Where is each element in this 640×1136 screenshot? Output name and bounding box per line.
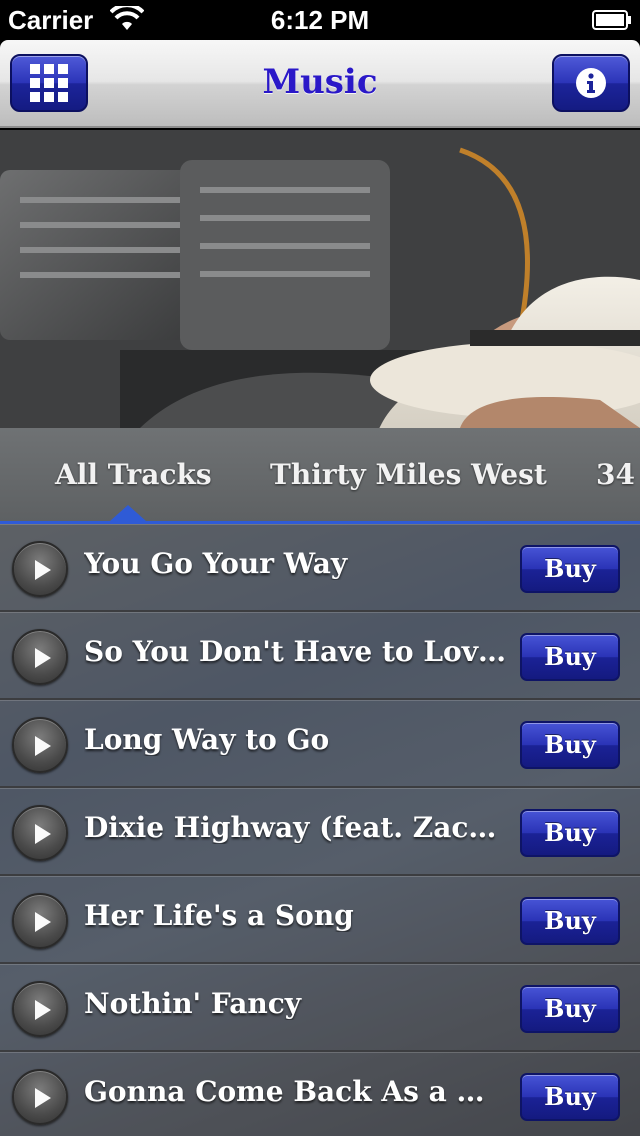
tab-34-n[interactable]: 34 N (596, 458, 640, 491)
banner-artwork (0, 130, 640, 428)
buy-button[interactable]: Buy (520, 1073, 620, 1121)
play-button[interactable] (12, 717, 68, 773)
play-button[interactable] (12, 805, 68, 861)
play-icon (35, 1088, 51, 1108)
buy-button[interactable]: Buy (520, 809, 620, 857)
status-bar: Carrier 6:12 PM (0, 0, 640, 40)
battery-icon (592, 10, 631, 30)
track-title: Her Life's a Song (84, 899, 354, 932)
track-row[interactable]: Long Way to Go Buy (0, 700, 640, 788)
play-button[interactable] (12, 981, 68, 1037)
buy-button[interactable]: Buy (520, 897, 620, 945)
buy-button[interactable]: Buy (520, 985, 620, 1033)
track-title: Long Way to Go (84, 723, 330, 756)
buy-button[interactable]: Buy (520, 633, 620, 681)
clock-label: 6:12 PM (270, 5, 370, 35)
selected-tab-indicator (110, 505, 146, 521)
track-row[interactable]: Nothin' Fancy Buy (0, 964, 640, 1052)
album-tab-strip: All Tracks Thirty Miles West 34 N (0, 428, 640, 524)
info-button[interactable] (552, 54, 630, 112)
track-row[interactable]: Dixie Highway (feat. Zac Brown) Buy (0, 788, 640, 876)
play-icon (35, 736, 51, 756)
play-button[interactable] (12, 541, 68, 597)
track-title: Gonna Come Back As a Country Song (84, 1075, 506, 1108)
play-icon (35, 824, 51, 844)
info-icon (576, 68, 606, 98)
play-button[interactable] (12, 893, 68, 949)
play-icon (35, 912, 51, 932)
track-row[interactable]: You Go Your Way Buy (0, 524, 640, 612)
track-title: Dixie Highway (feat. Zac Brown) (84, 811, 506, 844)
buy-button[interactable]: Buy (520, 721, 620, 769)
buy-button[interactable]: Buy (520, 545, 620, 593)
play-icon (35, 648, 51, 668)
play-button[interactable] (12, 1069, 68, 1125)
play-icon (35, 560, 51, 580)
track-row[interactable]: So You Don't Have to Love Me Anymore Buy (0, 612, 640, 700)
nav-bar: Music (0, 40, 640, 128)
track-row[interactable]: Her Life's a Song Buy (0, 876, 640, 964)
page-title: Music (262, 62, 378, 102)
track-title: You Go Your Way (84, 547, 348, 580)
track-title: So You Don't Have to Love Me Anymore (84, 635, 506, 668)
artist-banner-image (0, 130, 640, 428)
track-list: You Go Your Way Buy So You Don't Have to… (0, 524, 640, 1136)
tab-all-tracks[interactable]: All Tracks (55, 458, 212, 491)
tab-thirty-miles-west[interactable]: Thirty Miles West (270, 458, 547, 491)
track-row[interactable]: Gonna Come Back As a Country Song Buy (0, 1052, 640, 1136)
play-button[interactable] (12, 629, 68, 685)
play-icon (35, 1000, 51, 1020)
track-title: Nothin' Fancy (84, 987, 302, 1020)
